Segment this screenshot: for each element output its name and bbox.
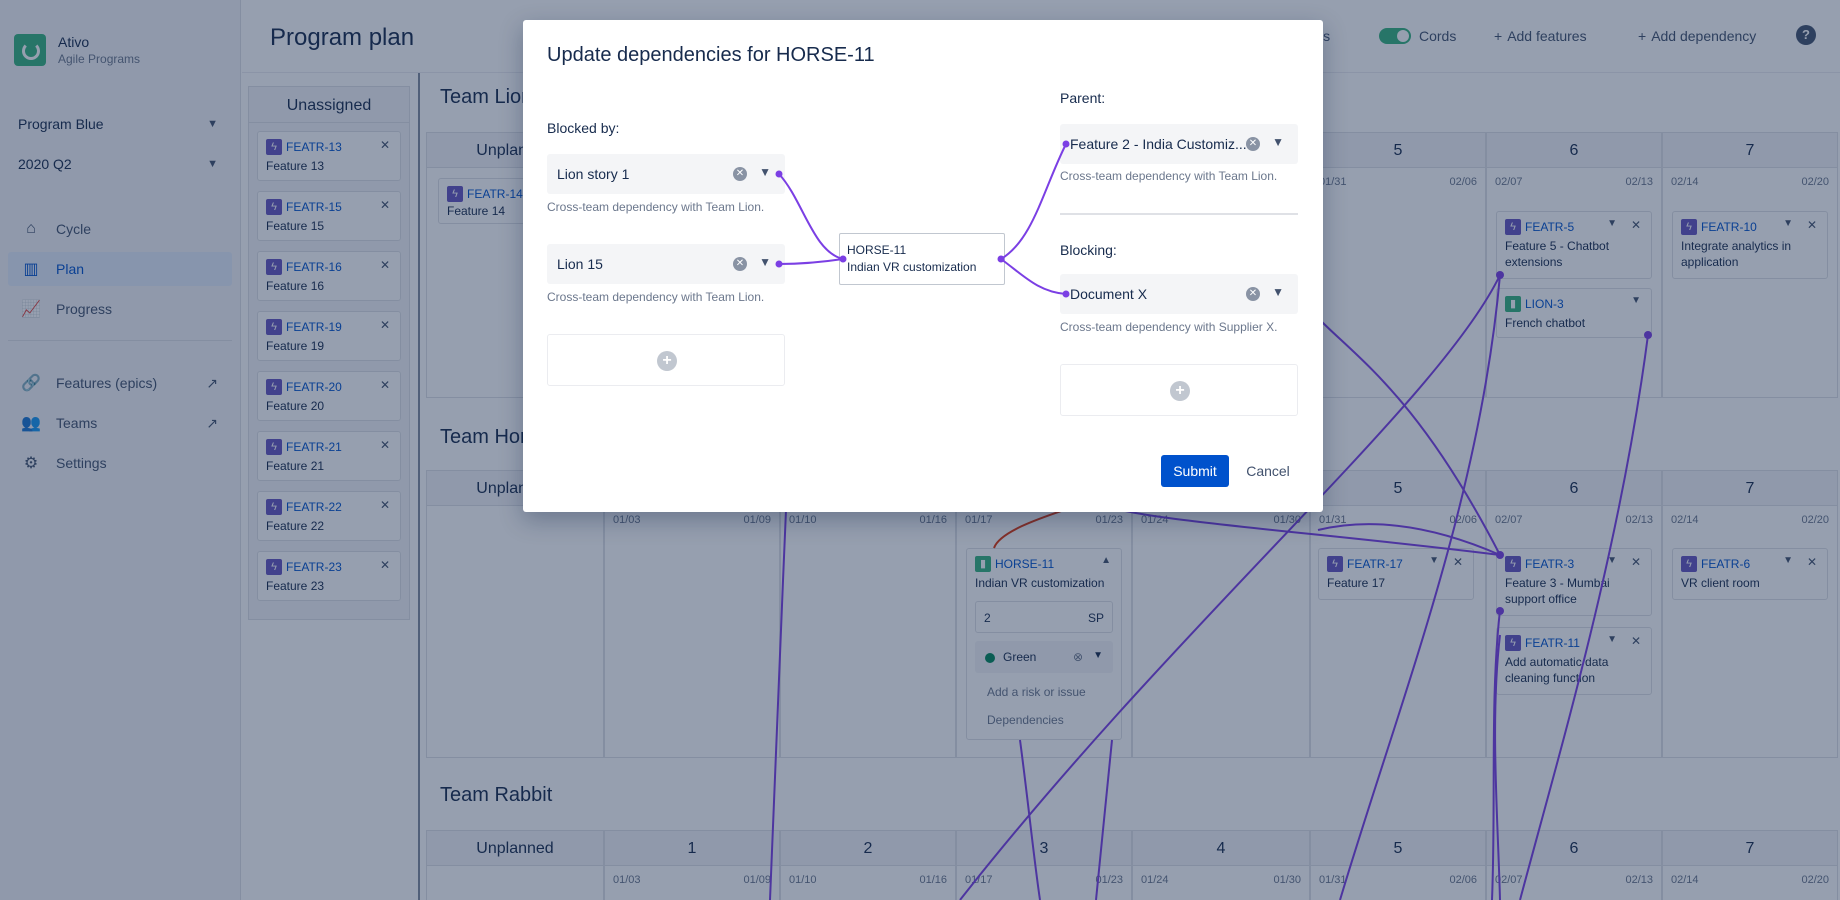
update-dependencies-dialog: Update dependencies for HORSE-11 Blocked… [523,20,1323,512]
cord-line [778,173,844,260]
cord-dot [775,260,783,268]
cord-dot [775,170,783,178]
cord-dot [997,255,1005,263]
dialog-dependency-cords [775,140,1070,298]
cord-dot [839,255,847,263]
cord-line [1000,258,1067,295]
cord-dot [1062,140,1070,148]
cord-dot [1062,290,1070,298]
cord-line [778,258,844,265]
cord-line [1000,143,1067,260]
